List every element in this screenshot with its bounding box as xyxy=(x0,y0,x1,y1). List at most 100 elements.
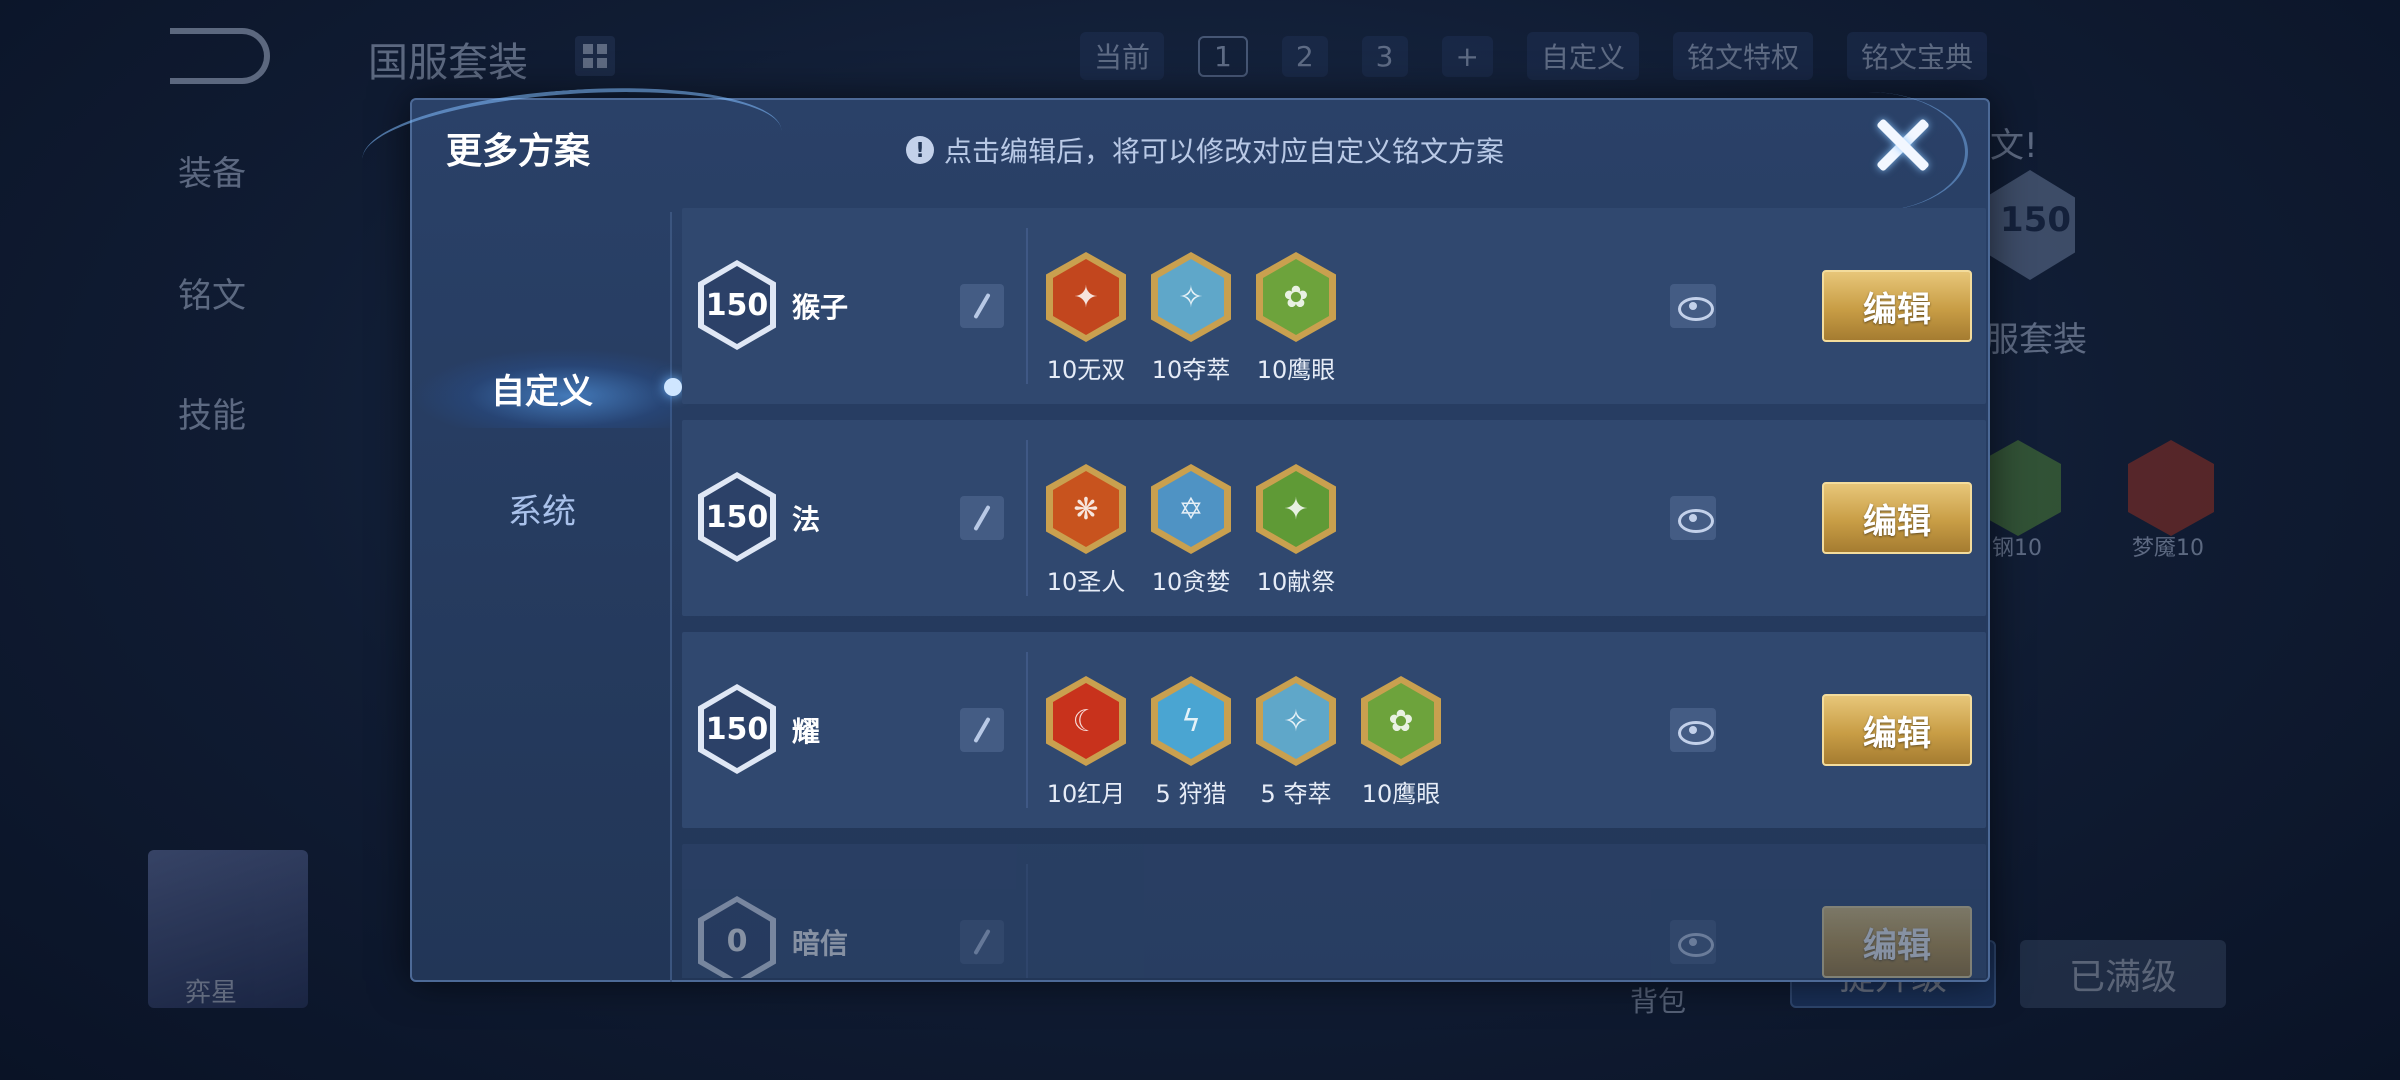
rune-gem-icon: ✦ xyxy=(1046,252,1126,342)
side-tab-skills[interactable]: 技能 xyxy=(178,388,246,437)
add-page-button[interactable]: + xyxy=(1441,35,1493,77)
bg-partial-text: 文! xyxy=(1990,126,2038,166)
edit-button[interactable]: 编辑 xyxy=(1822,482,1972,554)
rune-gem-icon: ✧ xyxy=(1151,252,1231,342)
tab-system-label: 系统 xyxy=(508,491,576,532)
preview-eye-icon[interactable] xyxy=(1670,708,1716,752)
rune-gem-core: ✧ xyxy=(1158,259,1224,335)
maxed-button[interactable]: 已满级 xyxy=(2020,940,2226,1008)
rune-label: 10鹰眼 xyxy=(1361,780,1441,808)
rune-item[interactable]: ✧ 5 夺萃 xyxy=(1256,676,1336,809)
divider xyxy=(1026,864,1028,978)
preset-row: 150 猴子 ✦ 10无双 ✧ 10夺萃 ✿ 10鹰眼 编辑 xyxy=(682,208,1986,404)
rune-label: 10贪婪 xyxy=(1151,568,1231,596)
rune-gem-icon: ✿ xyxy=(1256,252,1336,342)
rune-gem-core: ✧ xyxy=(1263,683,1329,759)
preview-eye-icon[interactable] xyxy=(1670,284,1716,328)
rune-gem-core: ☾ xyxy=(1053,683,1119,759)
preset-name: 耀 xyxy=(792,715,821,748)
level-value: 150 xyxy=(705,711,769,747)
custom-button[interactable]: 自定义 xyxy=(1526,32,1639,80)
rune-item[interactable]: ✦ 10献祭 xyxy=(1256,464,1336,597)
guide-button[interactable]: 铭文宝典 xyxy=(1847,32,1988,80)
rune-label: 10无双 xyxy=(1046,356,1126,384)
page-tab-2[interactable]: 2 xyxy=(1281,35,1328,77)
rune-item[interactable]: ✿ 10鹰眼 xyxy=(1361,676,1441,809)
rune-label: 5 狩猎 xyxy=(1155,780,1227,808)
close-icon[interactable] xyxy=(1872,114,1932,174)
rune-label: 10圣人 xyxy=(1046,568,1126,596)
side-tab-runes[interactable]: 铭文 xyxy=(178,268,246,317)
page-tab-1[interactable]: 1 xyxy=(1198,35,1248,77)
modal-title: 更多方案 xyxy=(446,131,591,172)
level-badge: 0 xyxy=(698,896,776,978)
rename-icon[interactable] xyxy=(960,708,1004,752)
edit-button[interactable]: 编辑 xyxy=(1822,694,1972,766)
rune-gem-core: ✦ xyxy=(1053,259,1119,335)
level-badge: 150 xyxy=(698,260,776,350)
edit-button[interactable]: 编辑 xyxy=(1822,906,1972,978)
level-value: 0 xyxy=(726,923,748,959)
level-value: 150 xyxy=(705,287,769,323)
privilege-button[interactable]: 铭文特权 xyxy=(1672,32,1813,80)
info-icon: ! xyxy=(906,136,934,164)
preset-name: 猴子 xyxy=(792,291,849,324)
back-icon[interactable] xyxy=(170,28,270,84)
rune-gem-core: ✿ xyxy=(1263,259,1329,335)
rune-item[interactable]: ✦ 10无双 xyxy=(1046,252,1126,385)
rune-list: ☾ 10红月 ϟ 5 狩猎 ✧ 5 夺萃 ✿ 10鹰眼 xyxy=(1046,676,1441,809)
tab-custom[interactable]: 自定义 xyxy=(412,348,682,428)
rune-gem-icon: ✿ xyxy=(1361,676,1441,766)
bg-gem-label: 梦魇10 xyxy=(2132,536,2204,561)
preset-row: 150 耀 ☾ 10红月 ϟ 5 狩猎 ✧ 5 夺萃 ✿ 10鹰眼 编辑 xyxy=(682,632,1986,828)
rename-icon[interactable] xyxy=(960,920,1004,964)
rune-label: 10献祭 xyxy=(1256,568,1336,596)
rune-gem-core: ✦ xyxy=(1263,471,1329,547)
hint: ! 点击编辑后，将可以修改对应自定义铭文方案 xyxy=(906,130,1504,170)
tab-system[interactable]: 系统 xyxy=(412,468,672,548)
rename-icon[interactable] xyxy=(960,284,1004,328)
rune-item[interactable]: ☾ 10红月 xyxy=(1046,676,1126,809)
rune-item[interactable]: ✧ 10夺萃 xyxy=(1151,252,1231,385)
side-tab-equipment[interactable]: 装备 xyxy=(178,146,246,195)
preset-row: 150 法 ❋ 10圣人 ✡ 10贪婪 ✦ 10献祭 编辑 xyxy=(682,420,1986,616)
level-value: 150 xyxy=(705,499,769,535)
rune-label: 10红月 xyxy=(1046,780,1126,808)
current-label: 当前 xyxy=(1080,32,1165,80)
preview-eye-icon[interactable] xyxy=(1670,496,1716,540)
edit-button[interactable]: 编辑 xyxy=(1822,270,1972,342)
scheme-tabs: 自定义 系统 xyxy=(412,212,682,982)
rune-gem-core: ✿ xyxy=(1368,683,1434,759)
page-tab-3[interactable]: 3 xyxy=(1361,35,1408,77)
bg-rune-gem xyxy=(2128,440,2214,536)
preview-eye-icon[interactable] xyxy=(1670,920,1716,964)
bg-gem-label: 钢10 xyxy=(1992,536,2042,561)
hint-text: 点击编辑后，将可以修改对应自定义铭文方案 xyxy=(944,135,1505,168)
rune-item[interactable]: ✡ 10贪婪 xyxy=(1151,464,1231,597)
rune-label: 10鹰眼 xyxy=(1256,356,1336,384)
rune-gem-icon: ✡ xyxy=(1151,464,1231,554)
rune-gem-icon: ϟ xyxy=(1151,676,1231,766)
rune-item[interactable]: ✿ 10鹰眼 xyxy=(1256,252,1336,385)
rune-gem-icon: ✧ xyxy=(1256,676,1336,766)
bg-level-value: 150 xyxy=(2000,200,2071,240)
preset-name: 暗信 xyxy=(792,927,849,960)
rune-item[interactable]: ϟ 5 狩猎 xyxy=(1151,676,1231,809)
rune-gem-icon: ✦ xyxy=(1256,464,1336,554)
level-badge: 150 xyxy=(698,472,776,562)
preset-name: 法 xyxy=(792,503,821,536)
active-indicator-icon xyxy=(664,378,682,396)
rune-gem-core: ϟ xyxy=(1158,683,1224,759)
rune-item[interactable]: ❋ 10圣人 xyxy=(1046,464,1126,597)
rename-icon[interactable] xyxy=(960,496,1004,540)
preset-list[interactable]: 150 猴子 ✦ 10无双 ✧ 10夺萃 ✿ 10鹰眼 编辑 150 法 ❋ 1… xyxy=(682,208,1986,978)
grid-icon[interactable] xyxy=(575,36,615,76)
rune-gem-core: ✡ xyxy=(1158,471,1224,547)
tab-custom-label: 自定义 xyxy=(491,371,593,412)
rune-gem-icon: ❋ xyxy=(1046,464,1126,554)
bg-title: 国服套装 xyxy=(368,40,528,86)
rune-list: ❋ 10圣人 ✡ 10贪婪 ✦ 10献祭 xyxy=(1046,464,1336,597)
preset-row: 0 暗信 编辑 xyxy=(682,844,1986,978)
more-schemes-modal: 更多方案 ! 点击编辑后，将可以修改对应自定义铭文方案 自定义 系统 150 猴… xyxy=(358,75,1990,982)
rune-label: 10夺萃 xyxy=(1151,356,1231,384)
